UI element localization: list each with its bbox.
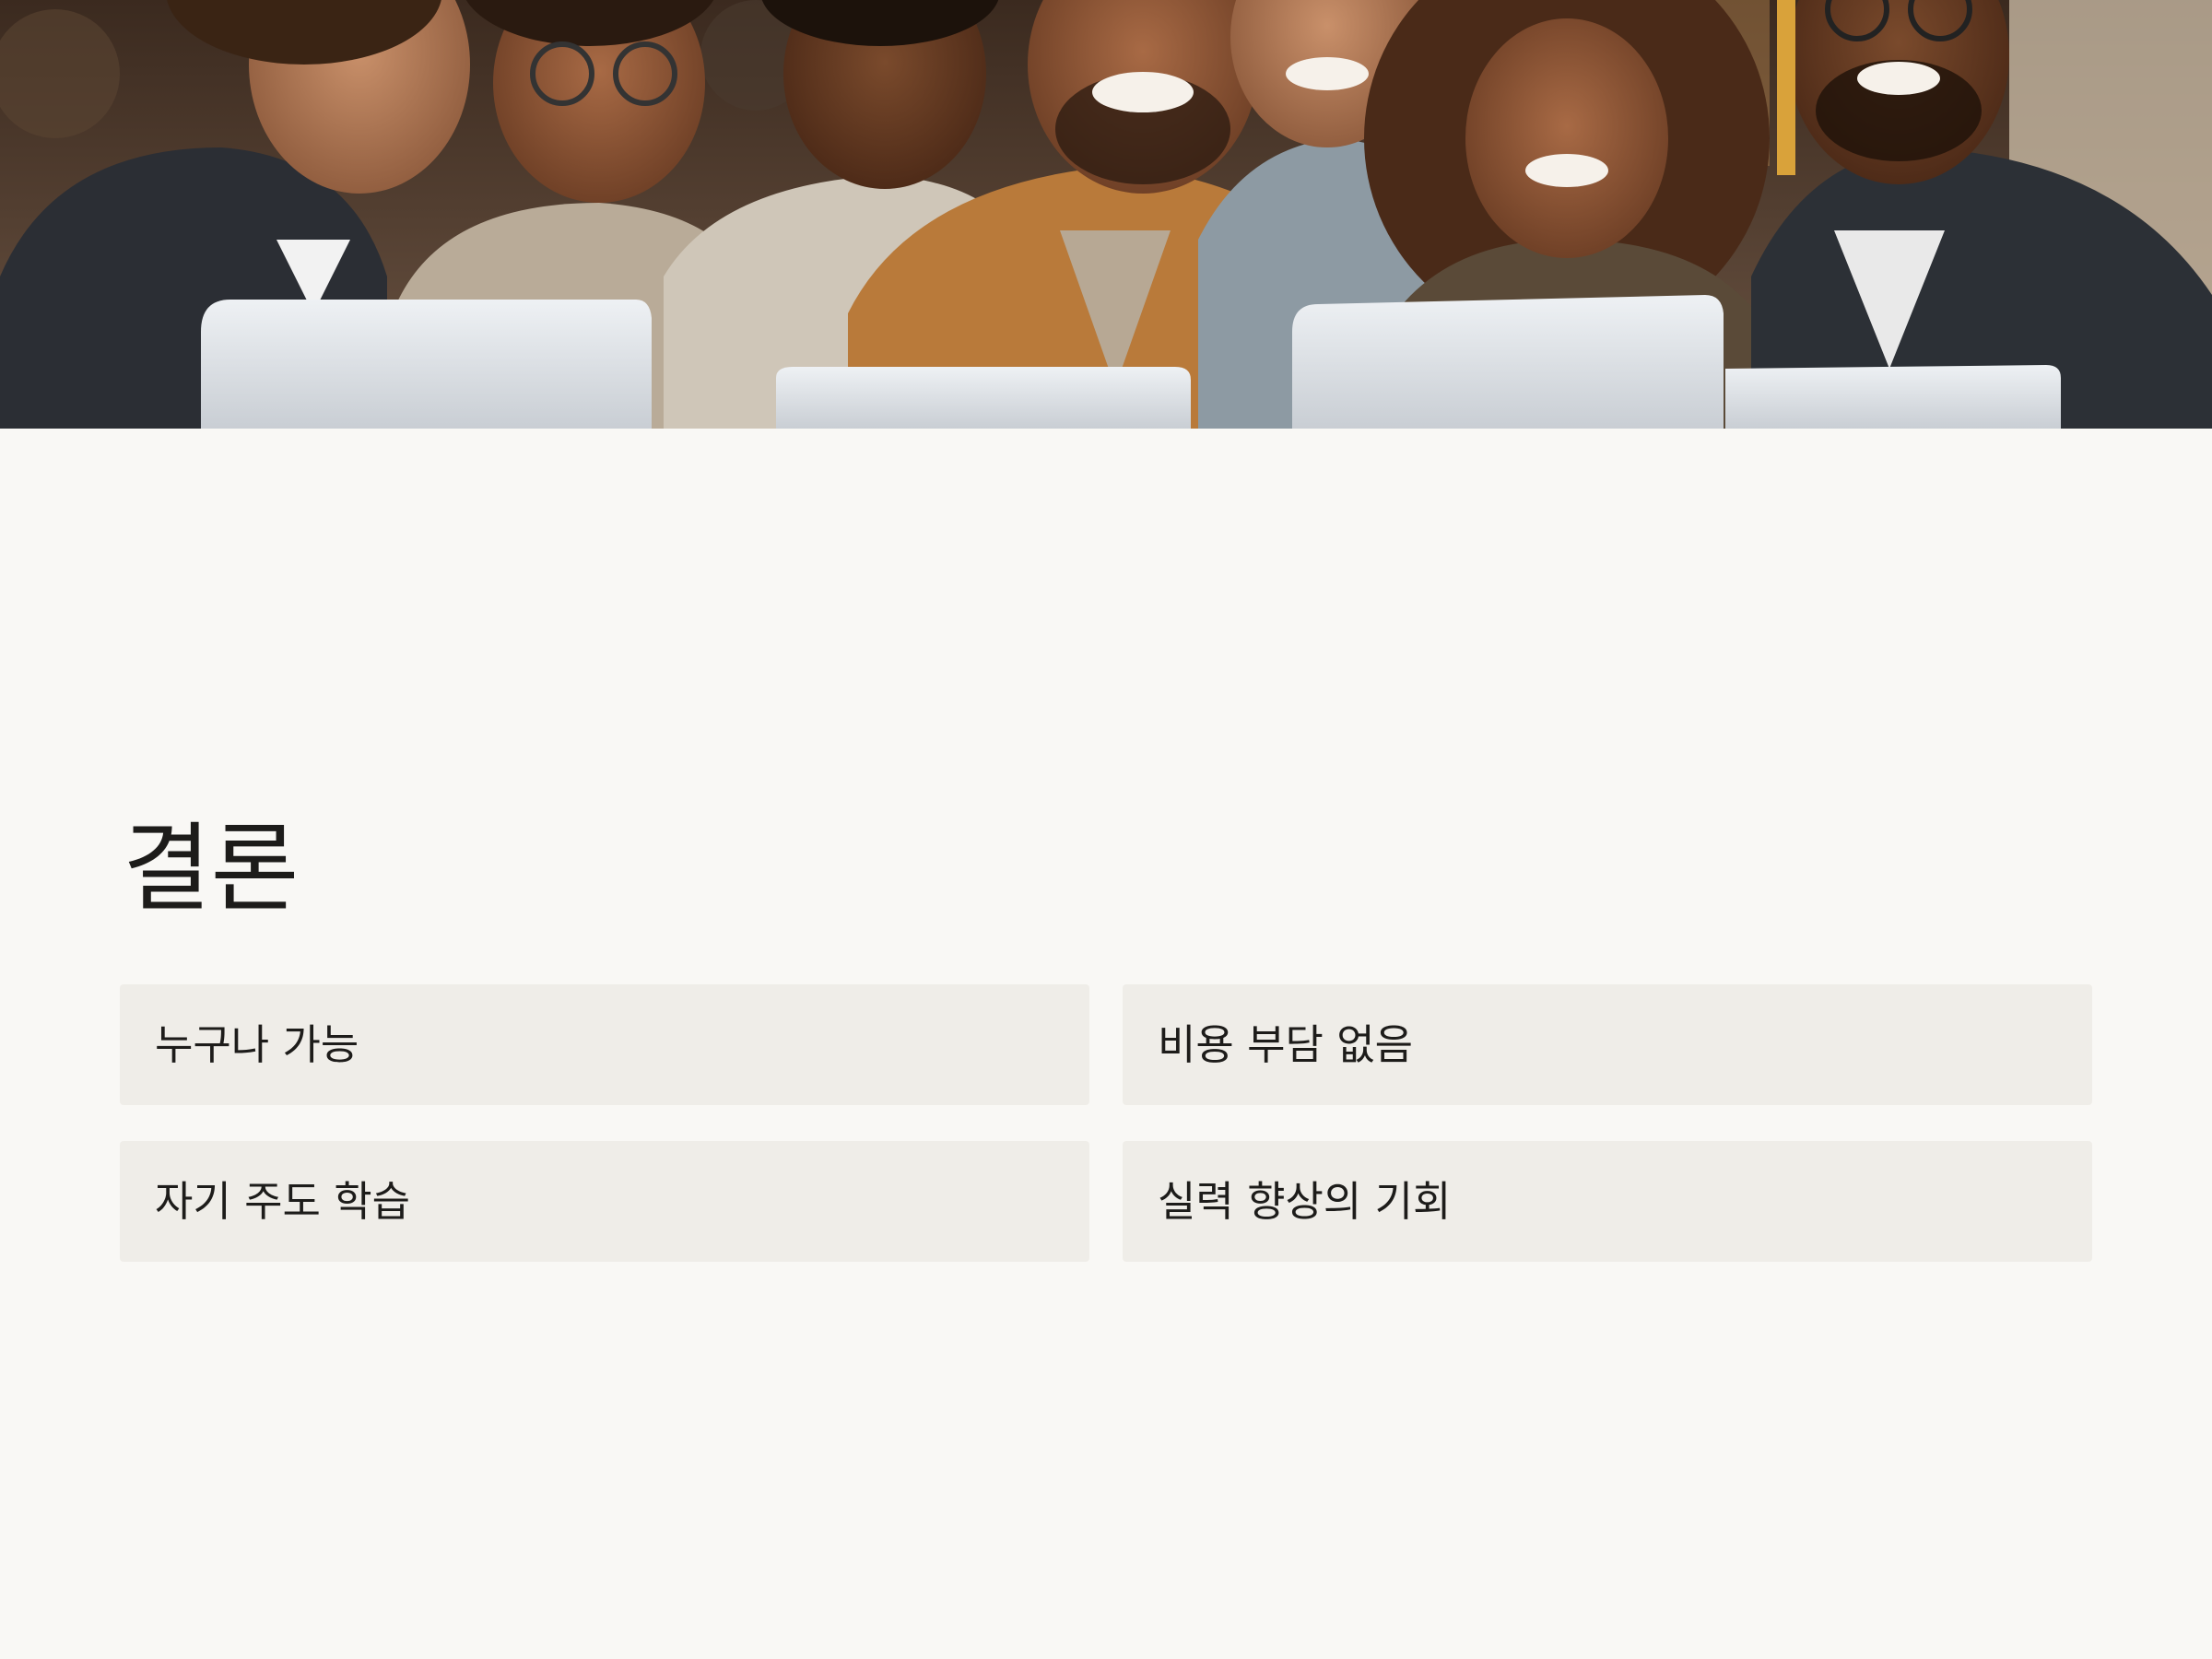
card-label: 실력 향상의 기회 [1158,1177,1452,1226]
card-label: 비용 부담 없음 [1158,1020,1414,1069]
card-label: 자기 주도 학습 [155,1177,411,1226]
card-anyone-can: 누구나 가능 [120,984,1089,1105]
slide-title: 결론 [123,812,300,924]
hero-photo-illustration [0,0,2212,429]
card-label: 누구나 가능 [155,1020,359,1069]
card-skill-improvement: 실력 향상의 기회 [1123,1141,2092,1262]
card-self-directed-learning: 자기 주도 학습 [120,1141,1089,1262]
hero-photo [0,0,2212,429]
card-no-cost: 비용 부담 없음 [1123,984,2092,1105]
